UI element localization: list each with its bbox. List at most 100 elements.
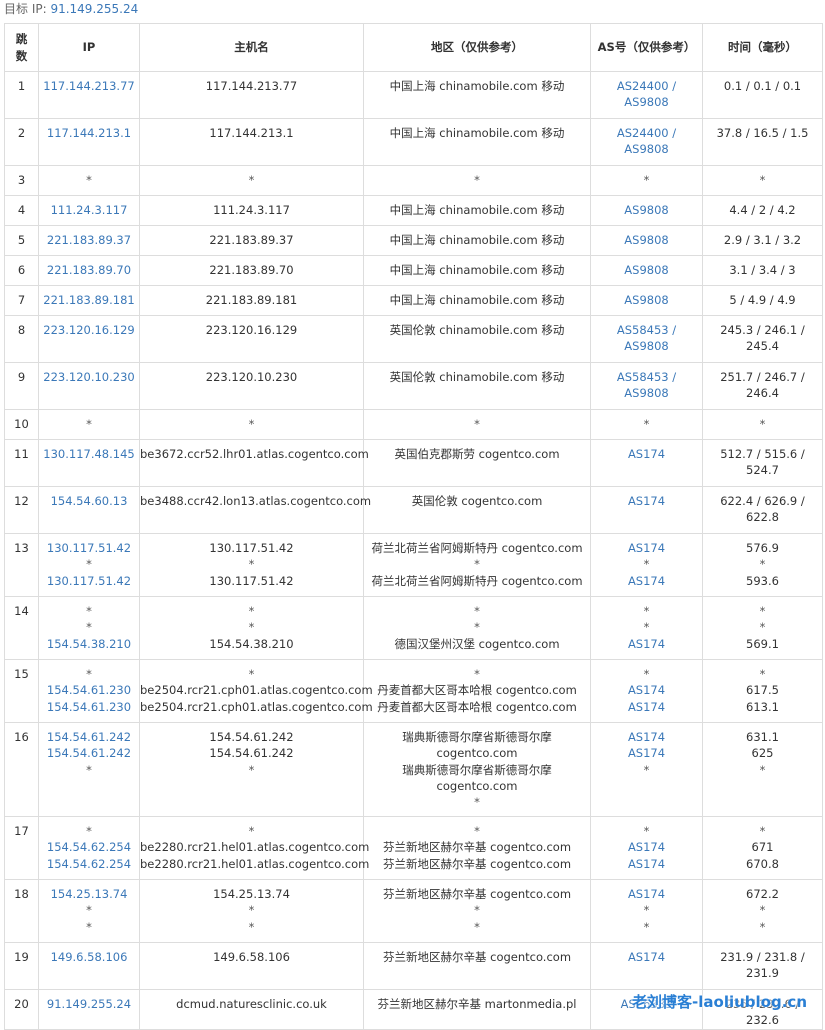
as-number[interactable]: AS174 [591, 886, 702, 902]
hostname: 154.25.13.74 [213, 887, 290, 901]
as-number[interactable]: AS58453 / AS9808 [591, 322, 702, 355]
latency-cell: 37.8 / 16.5 / 1.5 [702, 118, 823, 166]
latency-cell: * 671 670.8 [702, 816, 823, 880]
ip-address[interactable]: 221.183.89.37 [39, 232, 139, 248]
ip-address: * [86, 620, 92, 635]
hostname: be2280.rcr21.hel01.atlas.cogentco.com [140, 840, 370, 855]
header-hop: 跳数 [4, 23, 39, 72]
as-number-cell: AS174 * * [590, 879, 703, 943]
as-number[interactable]: AS174 [591, 856, 702, 872]
hostname: dcmud.naturesclinic.co.uk [176, 997, 327, 1011]
ip-address[interactable]: 223.120.16.129 [39, 322, 139, 338]
latency: * [759, 620, 766, 635]
as-number[interactable]: AS24400 / AS9808 [591, 125, 702, 158]
ip-address[interactable]: 154.54.61.230 [39, 699, 139, 715]
ip-address[interactable]: 149.6.58.106 [39, 949, 139, 965]
table-row: 13 130.117.51.42 * 130.117.51.42 130.117.51.… [4, 533, 823, 597]
latency: 569.1 [746, 636, 779, 651]
as-number[interactable]: AS174 [591, 682, 702, 698]
latency-cell: * [702, 409, 823, 440]
hostname: * [248, 903, 255, 918]
hop-number: 13 [4, 533, 39, 597]
ip-address-cell: 149.6.58.106 [38, 942, 140, 990]
latency-cell: 631.1 625 * [702, 722, 823, 817]
as-number[interactable]: AS9808 [591, 232, 702, 248]
as-number[interactable]: AS174 [591, 573, 702, 589]
as-number[interactable]: AS24400 / AS9808 [591, 78, 702, 111]
latency: 671 [751, 840, 774, 855]
location-cell: 中国上海 chinamobile.com 移动 [363, 195, 591, 226]
location-cell: * [363, 409, 591, 440]
latency-cell: * [702, 165, 823, 196]
as-number[interactable]: AS174 [591, 699, 702, 715]
latency: * [759, 173, 766, 187]
location-cell: 中国上海 chinamobile.com 移动 [363, 285, 591, 316]
ip-address-cell: 221.183.89.70 [38, 255, 140, 286]
ip-address[interactable]: 117.144.213.1 [39, 125, 139, 141]
ip-address[interactable]: 154.54.60.13 [39, 493, 139, 509]
latency-cell: 622.4 / 626.9 / 622.8 [702, 486, 823, 534]
hop-number: 4 [4, 195, 39, 226]
ip-address[interactable]: 223.120.10.230 [39, 369, 139, 385]
as-number: * [643, 557, 650, 572]
ip-address[interactable]: 154.54.62.254 [39, 856, 139, 872]
hostname: 221.183.89.181 [205, 293, 298, 307]
hostname: be3672.ccr52.lhr01.atlas.cogentco.com [140, 447, 369, 461]
as-number[interactable]: AS58453 / AS9808 [591, 369, 702, 402]
latency: * [759, 417, 766, 431]
hostname: be2504.rcr21.cph01.atlas.cogentco.com [140, 683, 373, 698]
location-cell: 英国伦敦 chinamobile.com 移动 [363, 362, 591, 410]
ip-address[interactable]: 130.117.48.145 [39, 446, 139, 462]
ip-address-cell: 223.120.10.230 [38, 362, 140, 410]
hostname: be2280.rcr21.hel01.atlas.cogentco.com [140, 856, 370, 871]
ip-address[interactable]: 154.54.62.254 [39, 839, 139, 855]
hostname-cell: 154.54.61.242 154.54.61.242 * [139, 722, 364, 817]
ip-address: * [86, 173, 92, 187]
as-number[interactable]: AS9808 [591, 262, 702, 278]
as-number[interactable]: AS174 [591, 729, 702, 745]
ip-address-cell: * [38, 165, 140, 196]
hostname: 223.120.16.129 [205, 323, 298, 337]
hop-number: 9 [4, 362, 39, 410]
latency-cell: 251.7 / 246.7 / 246.4 [702, 362, 823, 410]
location-cell: 芬兰新地区赫尔辛基 cogentco.com * * [363, 879, 591, 943]
table-row: 4 111.24.3.117 111.24.3.117 中国上海 chinamobil… [4, 195, 823, 226]
ip-address[interactable]: 221.183.89.181 [39, 292, 139, 308]
ip-address-cell: 221.183.89.37 [38, 225, 140, 256]
as-number[interactable]: AS9808 [591, 202, 702, 218]
ip-address[interactable]: 154.25.13.74 [39, 886, 139, 902]
as-number[interactable]: AS174 [591, 839, 702, 855]
hostname-cell: * [139, 165, 364, 196]
hostname: * [248, 557, 255, 572]
latency: * [759, 903, 766, 918]
ip-address-cell: * * 154.54.38.210 [38, 596, 140, 660]
latency: 576.9 [746, 541, 779, 555]
ip-address[interactable]: 130.117.51.42 [39, 573, 139, 589]
as-number[interactable]: AS174 [591, 493, 702, 509]
ip-address[interactable]: 154.54.38.210 [39, 636, 139, 652]
as-number[interactable]: AS174 [591, 540, 702, 556]
as-number[interactable]: AS174 [591, 745, 702, 761]
hostname-cell: 111.24.3.117 [139, 195, 364, 226]
latency: 617.5 [746, 683, 779, 698]
location: 英国伦敦 chinamobile.com 移动 [389, 370, 565, 384]
ip-address[interactable]: 111.24.3.117 [39, 202, 139, 218]
as-number[interactable]: AS174 [591, 636, 702, 652]
hostname-cell: * [139, 409, 364, 440]
ip-address[interactable]: 154.54.61.242 [39, 729, 139, 745]
hostname: * [248, 173, 255, 187]
as-number[interactable]: AS9808 [591, 292, 702, 308]
target-ip-line: 目标 IP: 91.149.255.24 [4, 1, 138, 19]
ip-address[interactable]: 154.54.61.242 [39, 745, 139, 761]
ip-address[interactable]: 117.144.213.77 [39, 78, 139, 94]
location: 中国上海 chinamobile.com 移动 [389, 79, 565, 93]
as-number[interactable]: AS174 [591, 949, 702, 965]
hostname-cell: 223.120.10.230 [139, 362, 364, 410]
as-number[interactable]: AS174 [591, 446, 702, 462]
ip-address[interactable]: 221.183.89.70 [39, 262, 139, 278]
ip-address[interactable]: 154.54.61.230 [39, 682, 139, 698]
ip-address[interactable]: 91.149.255.24 [39, 996, 139, 1012]
as-number-cell: * AS174 AS174 [590, 659, 703, 723]
latency-cell: 5 / 4.9 / 4.9 [702, 285, 823, 316]
ip-address[interactable]: 130.117.51.42 [39, 540, 139, 556]
